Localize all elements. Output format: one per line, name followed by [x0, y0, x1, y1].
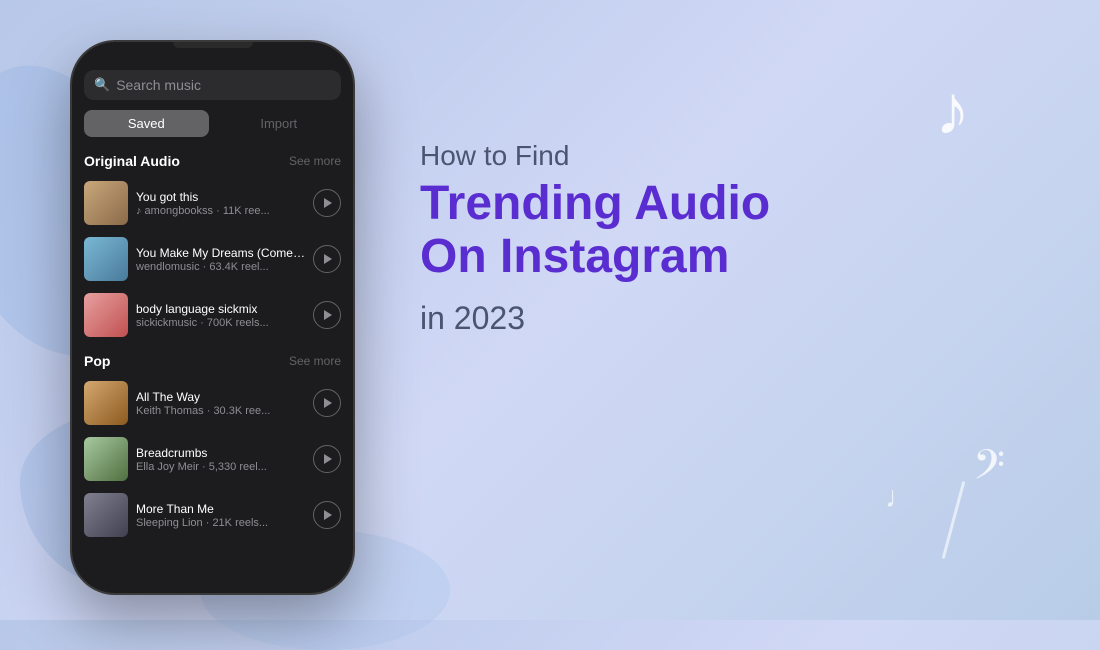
main-title: Trending Audio On Instagram — [420, 178, 1020, 284]
track-subtitle: ♪ amongbookss · 11K ree... — [136, 205, 305, 217]
track-thumbnail — [84, 437, 128, 481]
see-more-original[interactable]: See more — [289, 154, 341, 168]
phone-frame: 🔍 Search music Saved Import Original Aud… — [70, 40, 355, 595]
play-icon — [324, 510, 332, 520]
year-text: in 2023 — [420, 300, 1020, 337]
right-content-area: How to Find Trending Audio On Instagram … — [420, 140, 1020, 337]
tab-saved[interactable]: Saved — [84, 110, 209, 137]
play-button[interactable] — [313, 245, 341, 273]
phone-notch — [173, 42, 253, 48]
section-pop-header: Pop See more — [72, 349, 353, 375]
phone-mockup: 🔍 Search music Saved Import Original Aud… — [70, 40, 355, 595]
track-info: You got this ♪ amongbookss · 11K ree... — [136, 190, 305, 217]
list-item[interactable]: More Than Me Sleeping Lion · 21K reels..… — [72, 487, 353, 543]
track-title: You Make My Dreams (Come Tru... — [136, 246, 305, 260]
track-info: All The Way Keith Thomas · 30.3K ree... — [136, 390, 305, 417]
track-thumbnail — [84, 493, 128, 537]
music-note-line-deco — [942, 481, 966, 559]
list-item[interactable]: All The Way Keith Thomas · 30.3K ree... — [72, 375, 353, 431]
track-info: More Than Me Sleeping Lion · 21K reels..… — [136, 502, 305, 529]
list-item[interactable]: You got this ♪ amongbookss · 11K ree... — [72, 175, 353, 231]
track-subtitle: wendlomusic · 63.4K reel... — [136, 261, 305, 273]
list-item[interactable]: body language sickmix sickickmusic · 700… — [72, 287, 353, 343]
track-title: Breadcrumbs — [136, 446, 305, 460]
play-button[interactable] — [313, 189, 341, 217]
see-more-pop[interactable]: See more — [289, 354, 341, 368]
track-title: You got this — [136, 190, 305, 204]
search-input[interactable]: Search music — [116, 77, 201, 93]
main-title-line1: Trending Audio — [420, 177, 770, 230]
track-subtitle: Sleeping Lion · 21K reels... — [136, 517, 305, 529]
bass-clef-icon: 𝄢 — [973, 441, 1005, 500]
play-icon — [324, 398, 332, 408]
track-thumbnail — [84, 293, 128, 337]
track-subtitle: Keith Thomas · 30.3K ree... — [136, 405, 305, 417]
track-thumbnail — [84, 381, 128, 425]
music-note-icon: ♪ — [935, 70, 970, 150]
search-icon: 🔍 — [94, 77, 110, 93]
play-button[interactable] — [313, 301, 341, 329]
music-note-small-icon: ♩ — [885, 481, 915, 515]
main-title-line2: On Instagram — [420, 230, 729, 283]
track-subtitle: sickickmusic · 700K reels... — [136, 317, 305, 329]
track-title: body language sickmix — [136, 302, 305, 316]
track-subtitle: Ella Joy Meir · 5,330 reel... — [136, 461, 305, 473]
play-icon — [324, 254, 332, 264]
tab-row: Saved Import — [84, 110, 341, 137]
tab-import[interactable]: Import — [217, 110, 342, 137]
section-original-audio-title: Original Audio — [84, 153, 180, 169]
track-thumbnail — [84, 181, 128, 225]
phone-screen: 🔍 Search music Saved Import Original Aud… — [72, 42, 353, 593]
section-original-audio-header: Original Audio See more — [72, 149, 353, 175]
section-pop-title: Pop — [84, 353, 110, 369]
play-icon — [324, 198, 332, 208]
list-item[interactable]: Breadcrumbs Ella Joy Meir · 5,330 reel..… — [72, 431, 353, 487]
track-info: body language sickmix sickickmusic · 700… — [136, 302, 305, 329]
track-info: Breadcrumbs Ella Joy Meir · 5,330 reel..… — [136, 446, 305, 473]
track-title: All The Way — [136, 390, 305, 404]
play-button[interactable] — [313, 445, 341, 473]
how-to-find-text: How to Find — [420, 140, 1020, 172]
play-icon — [324, 310, 332, 320]
search-bar[interactable]: 🔍 Search music — [84, 70, 341, 100]
play-icon — [324, 454, 332, 464]
list-item[interactable]: You Make My Dreams (Come Tru... wendlomu… — [72, 231, 353, 287]
track-title: More Than Me — [136, 502, 305, 516]
track-thumbnail — [84, 237, 128, 281]
play-button[interactable] — [313, 501, 341, 529]
track-info: You Make My Dreams (Come Tru... wendlomu… — [136, 246, 305, 273]
play-button[interactable] — [313, 389, 341, 417]
